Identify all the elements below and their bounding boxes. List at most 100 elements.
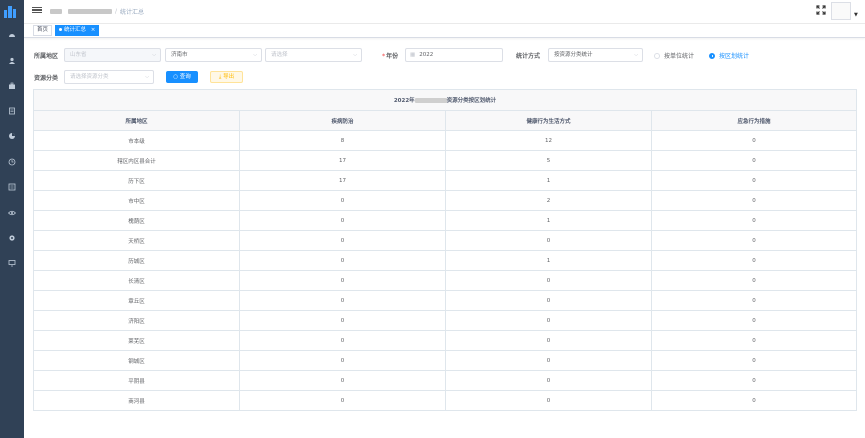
monitor-icon[interactable] bbox=[8, 259, 16, 267]
table-row: 历城区 0 1 0 bbox=[33, 250, 858, 271]
table-row: 章丘区 0 0 0 bbox=[33, 290, 858, 311]
table-cell: 0 bbox=[445, 270, 652, 291]
table-cell: 市中区 bbox=[33, 190, 240, 211]
table-cell: 0 bbox=[239, 210, 446, 231]
category-select[interactable]: 请选择资源分类 ⌵ bbox=[64, 70, 154, 84]
table-cell: 0 bbox=[650, 190, 858, 211]
table-cell: 商河县 bbox=[33, 390, 240, 411]
fullscreen-icon[interactable] bbox=[816, 5, 826, 15]
table-cell: 0 bbox=[445, 350, 652, 371]
breadcrumb: / 统计汇总 bbox=[50, 7, 144, 16]
district-select[interactable]: 请选择 ⌵ bbox=[265, 48, 362, 62]
table-header-row: 所属地区 疾病防治 健康行为生活方式 应急行为措施 bbox=[33, 110, 858, 131]
table-cell: 钢城区 bbox=[33, 350, 240, 371]
table-cell: 0 bbox=[650, 290, 858, 311]
caret-down-icon[interactable]: ▼ bbox=[854, 12, 858, 18]
table-cell: 0 bbox=[239, 290, 446, 311]
search-button[interactable]: ○ 查询 bbox=[166, 71, 198, 83]
table-cell: 0 bbox=[239, 370, 446, 391]
tag-home[interactable]: 首页 bbox=[33, 25, 53, 36]
table-cell: 0 bbox=[445, 330, 652, 351]
eye-icon[interactable] bbox=[8, 209, 16, 217]
city-select[interactable]: 济南市 ⌵ bbox=[165, 48, 262, 62]
header-emergency: 应急行为措施 bbox=[650, 110, 858, 131]
table-cell: 0 bbox=[650, 250, 858, 271]
table-cell: 0 bbox=[239, 330, 446, 351]
caption-redacted bbox=[414, 98, 447, 103]
table-cell: 0 bbox=[239, 250, 446, 271]
table-cell: 历城区 bbox=[33, 250, 240, 271]
table-cell: 长清区 bbox=[33, 270, 240, 291]
chevron-down-icon: ⌵ bbox=[152, 52, 156, 58]
table-cell: 0 bbox=[650, 150, 858, 171]
gear-icon[interactable] bbox=[8, 234, 16, 242]
table-cell: 2 bbox=[445, 190, 652, 211]
table-cell: 0 bbox=[239, 350, 446, 371]
method-label: 统计方式 bbox=[516, 53, 541, 60]
breadcrumb-current: 统计汇总 bbox=[120, 9, 145, 16]
year-label: *年份 bbox=[382, 53, 399, 60]
year-picker[interactable]: ▦ 2022 bbox=[405, 48, 503, 62]
table-row: 商河县 0 0 0 bbox=[33, 390, 858, 411]
table-cell: 章丘区 bbox=[33, 290, 240, 311]
document-icon[interactable] bbox=[8, 107, 16, 115]
table-cell: 0 bbox=[445, 370, 652, 391]
table-caption-row: 2022年 资源分类按区划统计 bbox=[32, 89, 858, 111]
table-row: 平阴县 0 0 0 bbox=[33, 370, 858, 391]
search-icon: ○ bbox=[173, 74, 179, 80]
method-select[interactable]: 按资源分类统计 ⌵ bbox=[548, 48, 643, 62]
table-cell: 0 bbox=[650, 370, 858, 391]
user-icon[interactable] bbox=[8, 57, 16, 65]
table-cell: 0 bbox=[239, 390, 446, 411]
radio-by-district[interactable]: 按区划统计 bbox=[709, 51, 749, 60]
table-cell: 济阳区 bbox=[33, 310, 240, 331]
table-cell: 辖区内区县合计 bbox=[33, 150, 240, 171]
navbar: / 统计汇总 ▼ bbox=[24, 0, 865, 24]
tags-view: 首页 统计汇总 × bbox=[24, 24, 865, 38]
table-cell: 12 bbox=[445, 130, 652, 151]
table-cell: 17 bbox=[239, 170, 446, 191]
table-cell: 0 bbox=[650, 130, 858, 151]
category-label: 资源分类 bbox=[34, 75, 59, 82]
table-cell: 0 bbox=[650, 270, 858, 291]
breadcrumb-redacted bbox=[68, 9, 112, 14]
hamburger-icon[interactable] bbox=[32, 5, 42, 15]
table-cell: 0 bbox=[650, 350, 858, 371]
radio-circle bbox=[654, 52, 660, 59]
table-cell: 天桥区 bbox=[33, 230, 240, 251]
dashboard-icon[interactable] bbox=[8, 31, 16, 39]
statistics-table: 2022年 资源分类按区划统计 所属地区 疾病防治 健康行为生活方式 应急行为措施… bbox=[32, 89, 858, 411]
radio-circle bbox=[709, 52, 715, 59]
table-cell: 0 bbox=[239, 190, 446, 211]
calendar-icon: ▦ bbox=[410, 52, 416, 58]
list-icon[interactable] bbox=[8, 183, 16, 191]
table-cell: 0 bbox=[650, 210, 858, 231]
briefcase-icon[interactable] bbox=[8, 82, 16, 90]
table-cell: 1 bbox=[445, 170, 652, 191]
province-select: 山东省 ⌵ bbox=[64, 48, 161, 62]
table-cell: 1 bbox=[445, 210, 652, 231]
table-row: 历下区 17 1 0 bbox=[33, 170, 858, 191]
download-icon: ⤓ bbox=[218, 74, 222, 80]
table-row: 钢城区 0 0 0 bbox=[33, 350, 858, 371]
export-button[interactable]: ⤓ 导出 bbox=[210, 71, 243, 83]
close-icon[interactable]: × bbox=[91, 27, 96, 33]
chevron-down-icon: ⌵ bbox=[634, 52, 638, 58]
table-row: 市本级 8 12 0 bbox=[33, 130, 858, 151]
region-label: 所属地区 bbox=[34, 53, 59, 60]
table-cell: 历下区 bbox=[33, 170, 240, 191]
table-cell: 0 bbox=[650, 330, 858, 351]
table-row: 莱芜区 0 0 0 bbox=[33, 330, 858, 351]
chart-icon[interactable] bbox=[8, 132, 16, 140]
table-cell: 槐荫区 bbox=[33, 210, 240, 231]
chevron-down-icon: ⌵ bbox=[145, 74, 149, 80]
radio-by-unit[interactable]: 按单位统计 bbox=[654, 51, 694, 60]
table-cell: 1 bbox=[445, 250, 652, 271]
active-dot bbox=[59, 28, 62, 31]
table-row: 辖区内区县合计 17 5 0 bbox=[33, 150, 858, 171]
clock-icon[interactable] bbox=[8, 158, 16, 166]
table-cell: 0 bbox=[650, 170, 858, 191]
table-row: 长清区 0 0 0 bbox=[33, 270, 858, 291]
avatar[interactable] bbox=[831, 2, 851, 20]
tag-statistics[interactable]: 统计汇总 × bbox=[55, 25, 100, 36]
